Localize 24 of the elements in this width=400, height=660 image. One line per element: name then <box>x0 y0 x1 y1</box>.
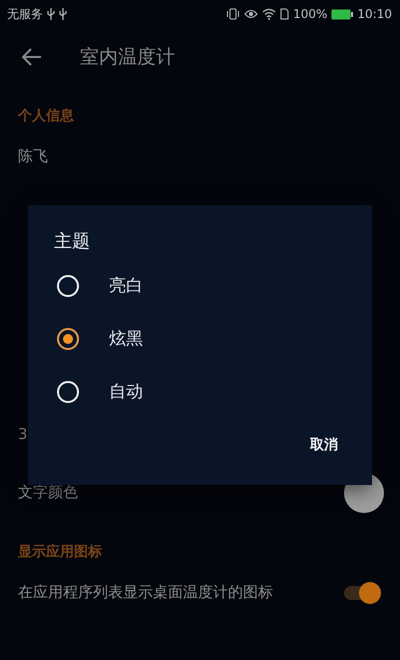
option-label[interactable]: 自动 <box>109 380 143 403</box>
vibrate-icon <box>226 8 240 20</box>
carrier-text: 无服务 <box>7 6 43 22</box>
eye-icon <box>244 8 258 20</box>
section-header: 个人信息 <box>18 107 74 126</box>
setting-summary: 3 <box>18 425 28 443</box>
wifi-icon <box>262 8 276 20</box>
setting-label[interactable]: 文字颜色 <box>18 483 78 502</box>
option-label[interactable]: 亮白 <box>109 274 143 297</box>
usb-icon <box>47 8 55 20</box>
radio-button[interactable] <box>57 328 79 350</box>
back-arrow-icon <box>22 48 42 66</box>
setting-label: 在应用程序列表显示桌面温度计的图标 <box>18 583 273 602</box>
clock-time: 10:10 <box>357 7 392 21</box>
cancel-button[interactable]: 取消 <box>302 430 346 460</box>
screen-title: 室内温度计 <box>80 45 175 70</box>
battery-percentage: 100% <box>293 7 328 21</box>
setting-label[interactable]: 陈飞 <box>18 147 48 195</box>
battery-icon <box>331 8 354 20</box>
dialog-title: 主题 <box>54 230 91 253</box>
usb-icon <box>59 8 67 20</box>
option-label[interactable]: 炫黑 <box>109 327 143 350</box>
sim-icon <box>280 8 290 20</box>
section-header: 显示应用图标 <box>18 543 102 562</box>
